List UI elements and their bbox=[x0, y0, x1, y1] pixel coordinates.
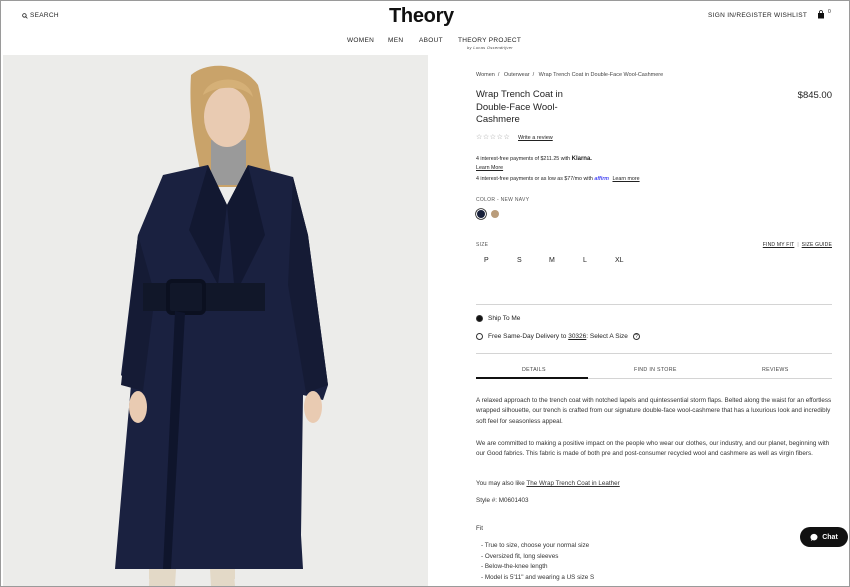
breadcrumb-women[interactable]: Women bbox=[476, 72, 495, 78]
ship-to-me-radio[interactable] bbox=[476, 315, 483, 322]
product-price: $845.00 bbox=[797, 90, 832, 101]
list-item: - True to size, choose your normal size bbox=[481, 542, 590, 549]
breadcrumb: Women / Outerwear / Wrap Trench Coat in Do… bbox=[476, 72, 664, 78]
nav-theory-project-sub: by Lucas Ossendrijver bbox=[467, 45, 513, 50]
nav-theory-project[interactable]: THEORY PROJECT bbox=[458, 37, 521, 44]
nav-about[interactable]: ABOUT bbox=[419, 37, 443, 44]
klarna-message: 4 interest-free payments of $211.25 with… bbox=[476, 156, 592, 162]
affirm-logo: affirm bbox=[594, 176, 609, 182]
size-help-links: FIND MY FIT | SIZE GUIDE bbox=[762, 242, 832, 248]
also-like-prefix: You may also like bbox=[476, 480, 525, 487]
color-swatch-tan[interactable] bbox=[491, 210, 499, 218]
zip-code-link[interactable]: 30326 bbox=[568, 333, 586, 340]
chat-button[interactable]: Chat bbox=[800, 527, 848, 547]
divider bbox=[476, 304, 832, 305]
affirm-learn-more-link[interactable]: Learn more bbox=[612, 176, 639, 182]
fit-list: - True to size, choose your normal size … bbox=[481, 541, 594, 583]
chat-bubble-icon bbox=[810, 533, 818, 541]
product-tabs: DETAILS FIND IN STORE REVIEWS bbox=[476, 365, 832, 379]
list-item: - Below-the-knee length bbox=[481, 563, 548, 570]
description-paragraph-1: A relaxed approach to the trench coat wi… bbox=[476, 397, 832, 425]
breadcrumb-outerwear[interactable]: Outerwear bbox=[504, 72, 530, 78]
style-number: Style #: M0601403 bbox=[476, 497, 529, 504]
model-wearing-coat-illustration bbox=[3, 55, 428, 586]
same-day-radio[interactable] bbox=[476, 333, 483, 340]
ship-to-me-label: Ship To Me bbox=[488, 315, 521, 322]
same-day-select-size: : Select A Size bbox=[586, 333, 628, 340]
tab-reviews[interactable]: REVIEWS bbox=[762, 367, 789, 373]
color-swatch-new-navy[interactable] bbox=[477, 210, 485, 218]
size-option-l[interactable]: L bbox=[583, 257, 587, 264]
tab-details[interactable]: DETAILS bbox=[522, 367, 546, 373]
list-item: - Model is 5'11" and wearing a US size S bbox=[481, 573, 595, 581]
search-label: SEARCH bbox=[30, 12, 59, 19]
active-tab-indicator bbox=[476, 377, 588, 379]
color-label: COLOR - NEW NAVY bbox=[476, 197, 530, 203]
signin-link[interactable]: SIGN IN/REGISTER bbox=[708, 12, 772, 19]
ship-to-me-option[interactable]: Ship To Me bbox=[476, 315, 520, 322]
klarna-learn-more-link[interactable]: Learn More bbox=[476, 165, 503, 171]
same-day-label: Free Same-Day Delivery to bbox=[488, 333, 567, 340]
also-like-link[interactable]: The Wrap Trench Coat in Leather bbox=[526, 480, 619, 487]
list-item: - Oversized fit, long sleeves bbox=[481, 552, 559, 560]
write-review-link[interactable]: Write a review bbox=[518, 135, 553, 141]
size-option-m[interactable]: M bbox=[549, 257, 555, 264]
wishlist-link[interactable]: WISHLIST bbox=[774, 12, 807, 19]
klarna-text: 4 interest-free payments of $211.25 with bbox=[476, 156, 571, 162]
size-label: SIZE bbox=[476, 242, 489, 248]
fit-heading: Fit bbox=[476, 525, 483, 532]
find-my-fit-link[interactable]: FIND MY FIT bbox=[763, 242, 795, 248]
divider bbox=[476, 353, 832, 354]
size-option-xl[interactable]: XL bbox=[615, 257, 624, 264]
nav-women[interactable]: WOMEN bbox=[347, 37, 374, 44]
bag-count: 0 bbox=[828, 9, 831, 15]
breadcrumb-current: Wrap Trench Coat in Double-Face Wool-Cas… bbox=[538, 72, 664, 78]
size-guide-link[interactable]: SIZE GUIDE bbox=[802, 242, 832, 248]
also-like-line: You may also like The Wrap Trench Coat i… bbox=[476, 479, 832, 489]
theory-logo[interactable]: Theory bbox=[389, 5, 454, 28]
search-button[interactable]: SEARCH bbox=[22, 12, 59, 19]
rating-stars: ☆☆☆☆☆ bbox=[476, 134, 511, 141]
size-option-p[interactable]: P bbox=[484, 257, 489, 264]
product-image[interactable] bbox=[3, 55, 428, 586]
tab-find-in-store[interactable]: FIND IN STORE bbox=[634, 367, 677, 373]
affirm-message: 4 interest-free payments or as low as $7… bbox=[476, 176, 640, 182]
site-header: SEARCH Theory SIGN IN/REGISTER WISHLIST … bbox=[1, 1, 849, 53]
chat-label: Chat bbox=[822, 533, 838, 541]
klarna-logo: Klarna. bbox=[571, 156, 592, 162]
affirm-text: 4 interest-free payments or as low as $7… bbox=[476, 176, 593, 182]
same-day-delivery-option[interactable]: Free Same-Day Delivery to 30326: Select … bbox=[476, 333, 640, 340]
description-paragraph-2: We are committed to making a positive im… bbox=[476, 440, 830, 458]
search-icon bbox=[22, 12, 28, 19]
nav-men[interactable]: MEN bbox=[388, 37, 403, 44]
info-icon[interactable]: ? bbox=[632, 333, 640, 340]
shopping-bag-icon[interactable] bbox=[817, 10, 825, 19]
size-option-s[interactable]: S bbox=[517, 257, 522, 264]
product-title: Wrap Trench Coat in Double-Face Wool-Cas… bbox=[476, 89, 563, 125]
